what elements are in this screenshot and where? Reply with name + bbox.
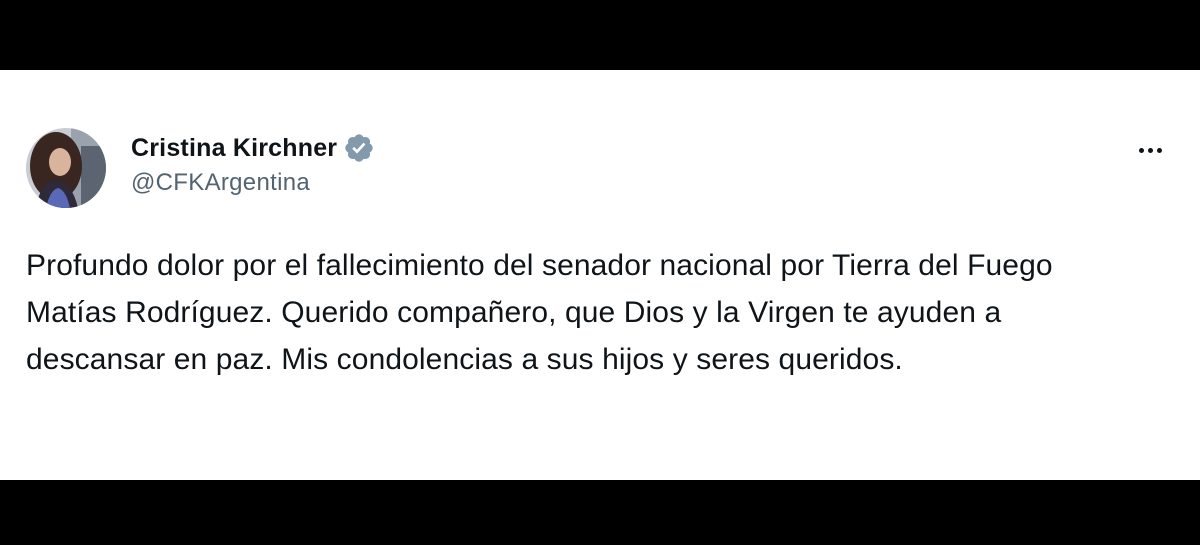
- more-options-icon-dot: [1156, 147, 1162, 153]
- screenshot-frame: Cristina Kirchner @CFKArgentina Profundo…: [0, 0, 1200, 545]
- tweet-text: Profundo dolor por el fallecimiento del …: [26, 249, 1053, 376]
- author-name-row: Cristina Kirchner: [131, 130, 375, 166]
- avatar-photo: [26, 128, 106, 208]
- verified-badge-icon: [343, 132, 375, 164]
- author-block: Cristina Kirchner @CFKArgentina: [131, 130, 375, 197]
- tweet-card: Cristina Kirchner @CFKArgentina Profundo…: [0, 70, 1200, 480]
- author-display-name[interactable]: Cristina Kirchner: [131, 134, 337, 163]
- author-avatar[interactable]: [26, 128, 106, 208]
- more-options-icon-dot: [1147, 147, 1153, 153]
- more-options-button[interactable]: [1130, 140, 1170, 160]
- more-options-icon: [1138, 147, 1144, 153]
- author-handle[interactable]: @CFKArgentina: [131, 169, 375, 197]
